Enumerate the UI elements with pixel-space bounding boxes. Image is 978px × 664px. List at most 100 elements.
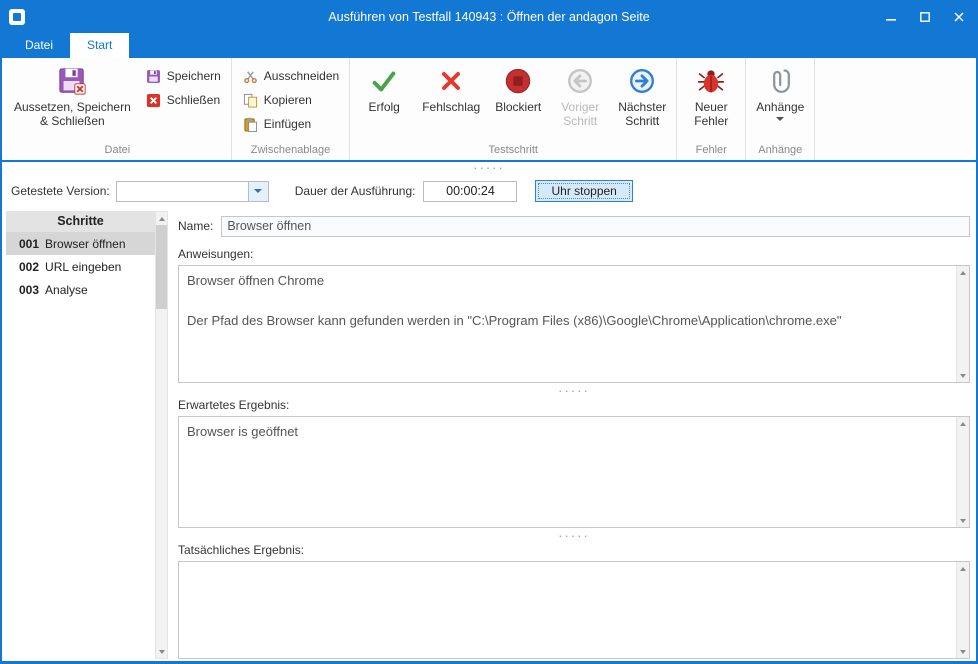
paperclip-icon bbox=[767, 65, 793, 97]
step-row-1[interactable]: 001 Browser öffnen bbox=[6, 232, 155, 255]
previous-step-button: Voriger Schritt bbox=[549, 60, 611, 131]
duration-input[interactable] bbox=[423, 181, 517, 202]
group-caption-datei: Datei bbox=[7, 143, 228, 160]
maximize-button[interactable] bbox=[908, 2, 942, 32]
tested-version-value bbox=[117, 182, 248, 201]
cut-label: Ausschneiden bbox=[264, 69, 339, 83]
scroll-up-button[interactable] bbox=[957, 266, 969, 279]
close-button[interactable] bbox=[942, 2, 976, 32]
scroll-thumb[interactable] bbox=[156, 225, 167, 309]
steps-scrollbar[interactable] bbox=[155, 211, 168, 659]
close-label: Schließen bbox=[167, 93, 220, 107]
instructions-textarea[interactable]: Browser öffnen Chrome Der Pfad des Brows… bbox=[179, 266, 956, 382]
scroll-up-button[interactable] bbox=[957, 417, 969, 430]
next-step-label: Nächster Schritt bbox=[618, 100, 666, 129]
scroll-down-button[interactable] bbox=[156, 645, 167, 658]
x-icon bbox=[437, 65, 465, 97]
new-defect-label: Neuer Fehler bbox=[694, 100, 728, 129]
title-bar: Ausführen von Testfall 140943 : Öffnen d… bbox=[2, 2, 976, 32]
save-button[interactable]: Speichern bbox=[138, 64, 228, 88]
failure-button[interactable]: Fehlschlag bbox=[415, 60, 487, 116]
actual-label: Tatsächliches Ergebnis: bbox=[178, 543, 970, 557]
content-area: Schritte 001 Browser öffnen 002 URL eing… bbox=[2, 208, 976, 661]
ribbon-splitter-handle[interactable]: ····· bbox=[473, 165, 505, 171]
step-row-3[interactable]: 003 Analyse bbox=[6, 278, 155, 301]
triangle-up-icon bbox=[960, 567, 966, 571]
steps-panel: Schritte 001 Browser öffnen 002 URL eing… bbox=[6, 211, 168, 659]
success-label: Erfolg bbox=[369, 100, 400, 114]
previous-step-label: Voriger Schritt bbox=[561, 100, 599, 129]
close-ribbon-button[interactable]: Schließen bbox=[138, 88, 228, 112]
ribbon-group-testschritt: Erfolg Fehlschlag Blockiert bbox=[350, 58, 677, 160]
expected-textarea[interactable]: Browser is geöffnet bbox=[179, 417, 956, 527]
scroll-down-button[interactable] bbox=[957, 514, 969, 527]
name-label: Name: bbox=[178, 219, 213, 233]
ribbon-group-zwischenablage: Ausschneiden Kopieren bbox=[232, 58, 350, 160]
triangle-down-icon bbox=[960, 650, 966, 654]
save-label: Speichern bbox=[167, 69, 221, 83]
step-number: 002 bbox=[19, 260, 39, 274]
step-number: 001 bbox=[19, 237, 39, 251]
tested-version-combo[interactable] bbox=[116, 181, 269, 202]
tab-start[interactable]: Start bbox=[70, 33, 129, 58]
window-controls bbox=[874, 2, 976, 32]
run-toolbar: Getestete Version: Dauer der Ausführung:… bbox=[2, 174, 976, 208]
expected-label: Erwartetes Ergebnis: bbox=[178, 398, 970, 412]
combo-dropdown-button[interactable] bbox=[248, 182, 268, 201]
paste-button[interactable]: Einfügen bbox=[235, 112, 346, 136]
scissors-icon bbox=[242, 68, 259, 85]
app-icon bbox=[9, 9, 25, 25]
scroll-up-button[interactable] bbox=[957, 562, 969, 575]
scroll-down-button[interactable] bbox=[957, 645, 969, 658]
next-step-button[interactable]: Nächster Schritt bbox=[611, 60, 673, 131]
new-defect-button[interactable]: Neuer Fehler bbox=[680, 60, 742, 131]
chevron-down-icon bbox=[254, 189, 262, 193]
minimize-icon bbox=[886, 12, 896, 22]
splitter-handle[interactable]: ····· bbox=[558, 388, 590, 394]
close-red-icon bbox=[145, 92, 162, 109]
actual-box bbox=[178, 561, 970, 659]
tab-datei[interactable]: Datei bbox=[8, 33, 70, 58]
scroll-up-button[interactable] bbox=[156, 212, 167, 225]
scroll-down-button[interactable] bbox=[957, 369, 969, 382]
instructions-box: Browser öffnen Chrome Der Pfad des Brows… bbox=[178, 265, 970, 383]
name-input[interactable] bbox=[221, 216, 970, 237]
step-label: URL eingeben bbox=[45, 260, 121, 274]
instructions-scrollbar[interactable] bbox=[956, 266, 969, 382]
save-icon bbox=[145, 68, 162, 85]
step-number: 003 bbox=[19, 283, 39, 297]
name-row: Name: bbox=[178, 215, 970, 237]
group-caption-anhaenge: Anhänge bbox=[749, 143, 811, 160]
window-title: Ausführen von Testfall 140943 : Öffnen d… bbox=[2, 10, 976, 24]
copy-button[interactable]: Kopieren bbox=[235, 88, 346, 112]
triangle-down-icon bbox=[960, 374, 966, 378]
suspend-save-close-button[interactable]: Aussetzen, Speichern & Schließen bbox=[7, 60, 138, 131]
actual-scrollbar[interactable] bbox=[956, 562, 969, 658]
ribbon-group-fehler: Neuer Fehler Fehler bbox=[677, 58, 746, 160]
ribbon-group-datei: Aussetzen, Speichern & Schließen Sp bbox=[4, 58, 232, 160]
success-button[interactable]: Erfolg bbox=[353, 60, 415, 116]
step-label: Analyse bbox=[45, 283, 88, 297]
triangle-up-icon bbox=[159, 217, 165, 221]
attachments-label: Anhänge bbox=[756, 100, 804, 114]
form-splitter-1: ····· bbox=[178, 383, 970, 398]
attachments-dropdown-icon[interactable] bbox=[776, 117, 784, 121]
splitter-handle[interactable]: ····· bbox=[558, 533, 590, 539]
step-row-2[interactable]: 002 URL eingeben bbox=[6, 255, 155, 278]
form-splitter-2: ····· bbox=[178, 528, 970, 543]
cut-button[interactable]: Ausschneiden bbox=[235, 64, 346, 88]
arrow-left-circle-icon bbox=[565, 65, 595, 97]
attachments-button[interactable]: Anhänge bbox=[749, 60, 811, 123]
expected-scrollbar[interactable] bbox=[956, 417, 969, 527]
check-icon bbox=[369, 65, 399, 97]
triangle-down-icon bbox=[159, 650, 165, 654]
minimize-button[interactable] bbox=[874, 2, 908, 32]
save-suspend-icon bbox=[57, 65, 87, 97]
actual-textarea[interactable] bbox=[179, 562, 956, 658]
stop-clock-button[interactable]: Uhr stoppen bbox=[535, 180, 632, 202]
blocked-button[interactable]: Blockiert bbox=[487, 60, 549, 116]
duration-label: Dauer der Ausführung: bbox=[295, 184, 416, 198]
paste-icon bbox=[242, 116, 259, 133]
instructions-label: Anweisungen: bbox=[178, 247, 970, 261]
tested-version-label: Getestete Version: bbox=[11, 184, 110, 198]
